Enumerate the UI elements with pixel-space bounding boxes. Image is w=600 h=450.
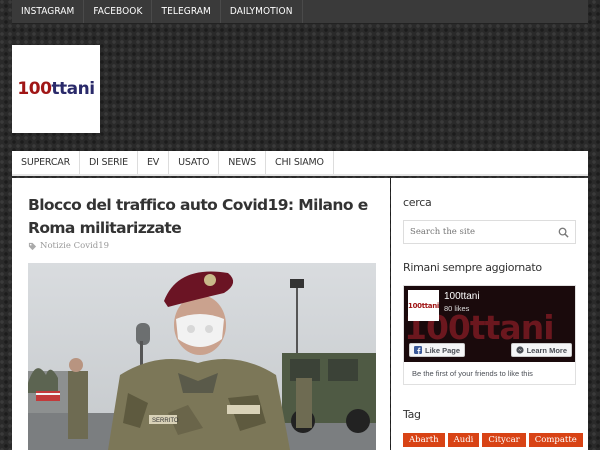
main-nav: SUPERCAR DI SERIE EV USATO NEWS CHI SIAM… <box>12 151 588 176</box>
facebook-page-widget: 100ttani 100ttani 100ttani 80 likes Like… <box>403 285 576 385</box>
article-category-link[interactable]: Notizie Covid19 <box>40 241 109 251</box>
nav-item-usato[interactable]: USATO <box>169 151 220 174</box>
search-input[interactable] <box>404 221 554 243</box>
nav-item-ev[interactable]: EV <box>138 151 170 174</box>
nav-link-instagram[interactable]: INSTAGRAM <box>12 0 85 23</box>
site-logo[interactable]: 100ttani <box>12 45 100 133</box>
logo-text: 100ttani <box>17 79 95 99</box>
facebook-avatar-text: 100ttani <box>408 301 440 310</box>
logo-main: ttani <box>51 79 95 99</box>
facebook-friends-text: Be the first of your friends to like thi… <box>412 369 533 378</box>
facebook-avatar[interactable]: 100ttani <box>408 290 439 321</box>
tag-citycar[interactable]: Citycar <box>482 433 526 447</box>
nav-item-di-serie[interactable]: DI SERIE <box>80 151 138 174</box>
nav-item-news[interactable]: NEWS <box>219 151 267 174</box>
messenger-icon <box>515 346 524 354</box>
facebook-cover[interactable]: 100ttani 100ttani 100ttani 80 likes Like… <box>404 286 575 362</box>
article-meta: Notizie Covid19 <box>28 241 109 251</box>
facebook-like-page-button[interactable]: Like Page <box>409 343 466 357</box>
article-featured-image[interactable]: SERRITO <box>28 263 376 450</box>
sidebar: cerca Rimani sempre aggiornato 100ttani … <box>391 178 588 450</box>
logo-accent: 100 <box>17 79 52 99</box>
tag-compatte[interactable]: Compatte <box>528 433 583 447</box>
facebook-learn-label: Learn More <box>526 345 567 355</box>
tag-widget-title: Tag <box>403 408 421 421</box>
tag-icon <box>28 242 37 250</box>
facebook-page-name[interactable]: 100ttani <box>444 291 480 302</box>
facebook-learn-more-button[interactable]: Learn More <box>510 343 572 357</box>
soldier-photo: SERRITO <box>28 263 376 450</box>
name-tape: SERRITO <box>152 418 179 424</box>
tag-cloud: Abarth Audi Citycar Compatte <box>403 433 588 447</box>
nav-item-supercar[interactable]: SUPERCAR <box>12 151 80 174</box>
nav-link-dailymotion[interactable]: DAILYMOTION <box>221 0 303 23</box>
nav-link-facebook[interactable]: FACEBOOK <box>84 0 153 23</box>
follow-widget-title: Rimani sempre aggiornato <box>403 261 542 274</box>
nav-item-chi-siamo[interactable]: CHI SIAMO <box>266 151 334 174</box>
search-icon[interactable] <box>558 227 569 238</box>
article-panel: Blocco del traffico auto Covid19: Milano… <box>12 178 390 450</box>
facebook-like-label: Like Page <box>425 345 461 355</box>
search-box[interactable] <box>403 220 576 244</box>
tag-abarth[interactable]: Abarth <box>403 433 445 447</box>
facebook-icon <box>414 346 422 354</box>
nav-link-telegram[interactable]: TELEGRAM <box>152 0 221 23</box>
tag-audi[interactable]: Audi <box>447 433 480 447</box>
facebook-likes-count: 80 likes <box>444 304 470 313</box>
article-title[interactable]: Blocco del traffico auto Covid19: Milano… <box>28 194 368 240</box>
search-widget-title: cerca <box>403 196 432 209</box>
social-nav-bar: INSTAGRAM FACEBOOK TELEGRAM DAILYMOTION <box>12 0 588 24</box>
